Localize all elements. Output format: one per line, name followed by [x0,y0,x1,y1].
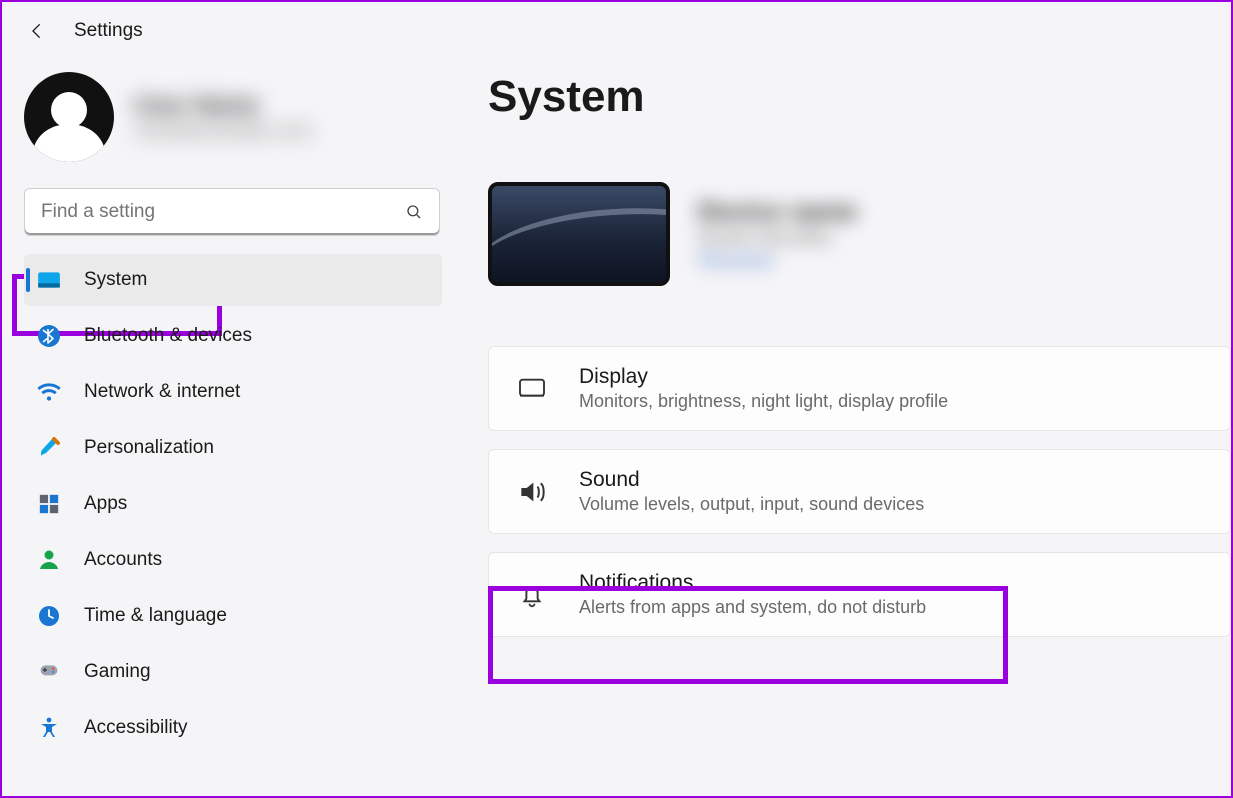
card-title: Notifications [579,571,926,595]
sidebar-item-personalization[interactable]: Personalization [24,422,442,474]
profile[interactable]: User Name user@example.com [24,72,442,162]
card-desc: Monitors, brightness, night light, displ… [579,391,948,412]
device-rename: Rename [698,250,857,273]
clock-globe-icon [36,603,62,629]
avatar [24,72,114,162]
sidebar-item-label: Bluetooth & devices [84,325,252,347]
device-text: Device name Model identifier Rename [698,196,857,273]
card-title: Display [579,365,948,389]
card-display[interactable]: Display Monitors, brightness, night ligh… [488,346,1231,431]
sidebar-item-label: System [84,269,147,291]
sidebar-item-time-language[interactable]: Time & language [24,590,442,642]
accessibility-icon [36,715,62,741]
apps-icon [36,491,62,517]
card-sound[interactable]: Sound Volume levels, output, input, soun… [488,449,1231,534]
nav-list: System Bluetooth & devices Network & int… [24,254,442,754]
sidebar-item-label: Network & internet [84,381,240,403]
sidebar-item-label: Accessibility [84,717,187,739]
person-icon [36,547,62,573]
device-name: Device name [698,196,857,227]
speaker-icon [513,473,551,511]
card-title: Sound [579,468,924,492]
sidebar-item-system[interactable]: System [24,254,442,306]
device-thumbnail [488,182,670,286]
sidebar-item-bluetooth[interactable]: Bluetooth & devices [24,310,442,362]
sidebar-item-label: Time & language [84,605,227,627]
search-box[interactable] [24,188,440,236]
sidebar-item-label: Apps [84,493,127,515]
monitor-icon [513,370,551,408]
sidebar-item-label: Personalization [84,437,214,459]
profile-sub: user@example.com [134,120,312,143]
profile-text: User Name user@example.com [134,92,312,143]
settings-card-list: Display Monitors, brightness, night ligh… [488,346,1231,637]
bell-icon [513,576,551,614]
display-icon [36,267,62,293]
device-model: Model identifier [698,227,857,250]
card-desc: Volume levels, output, input, sound devi… [579,494,924,515]
sidebar-item-accessibility[interactable]: Accessibility [24,702,442,754]
sidebar-item-label: Accounts [84,549,162,571]
bluetooth-icon [36,323,62,349]
gamepad-icon [36,659,62,685]
sidebar-item-accounts[interactable]: Accounts [24,534,442,586]
card-notifications[interactable]: Notifications Alerts from apps and syste… [488,552,1231,637]
paintbrush-icon [36,435,62,461]
app-title: Settings [74,20,143,42]
profile-name: User Name [134,92,312,120]
titlebar: Settings [2,2,1231,48]
device-info[interactable]: Device name Model identifier Rename [488,182,1231,286]
sidebar: User Name user@example.com System Blue [2,48,442,792]
wifi-icon [36,379,62,405]
search-input[interactable] [41,201,405,223]
back-arrow-icon[interactable] [28,21,48,41]
sidebar-item-apps[interactable]: Apps [24,478,442,530]
sidebar-item-gaming[interactable]: Gaming [24,646,442,698]
card-desc: Alerts from apps and system, do not dist… [579,597,926,618]
page-title: System [488,72,1231,122]
sidebar-item-network[interactable]: Network & internet [24,366,442,418]
sidebar-item-label: Gaming [84,661,151,683]
main-content: System Device name Model identifier Rena… [442,48,1231,792]
search-icon [405,203,423,221]
